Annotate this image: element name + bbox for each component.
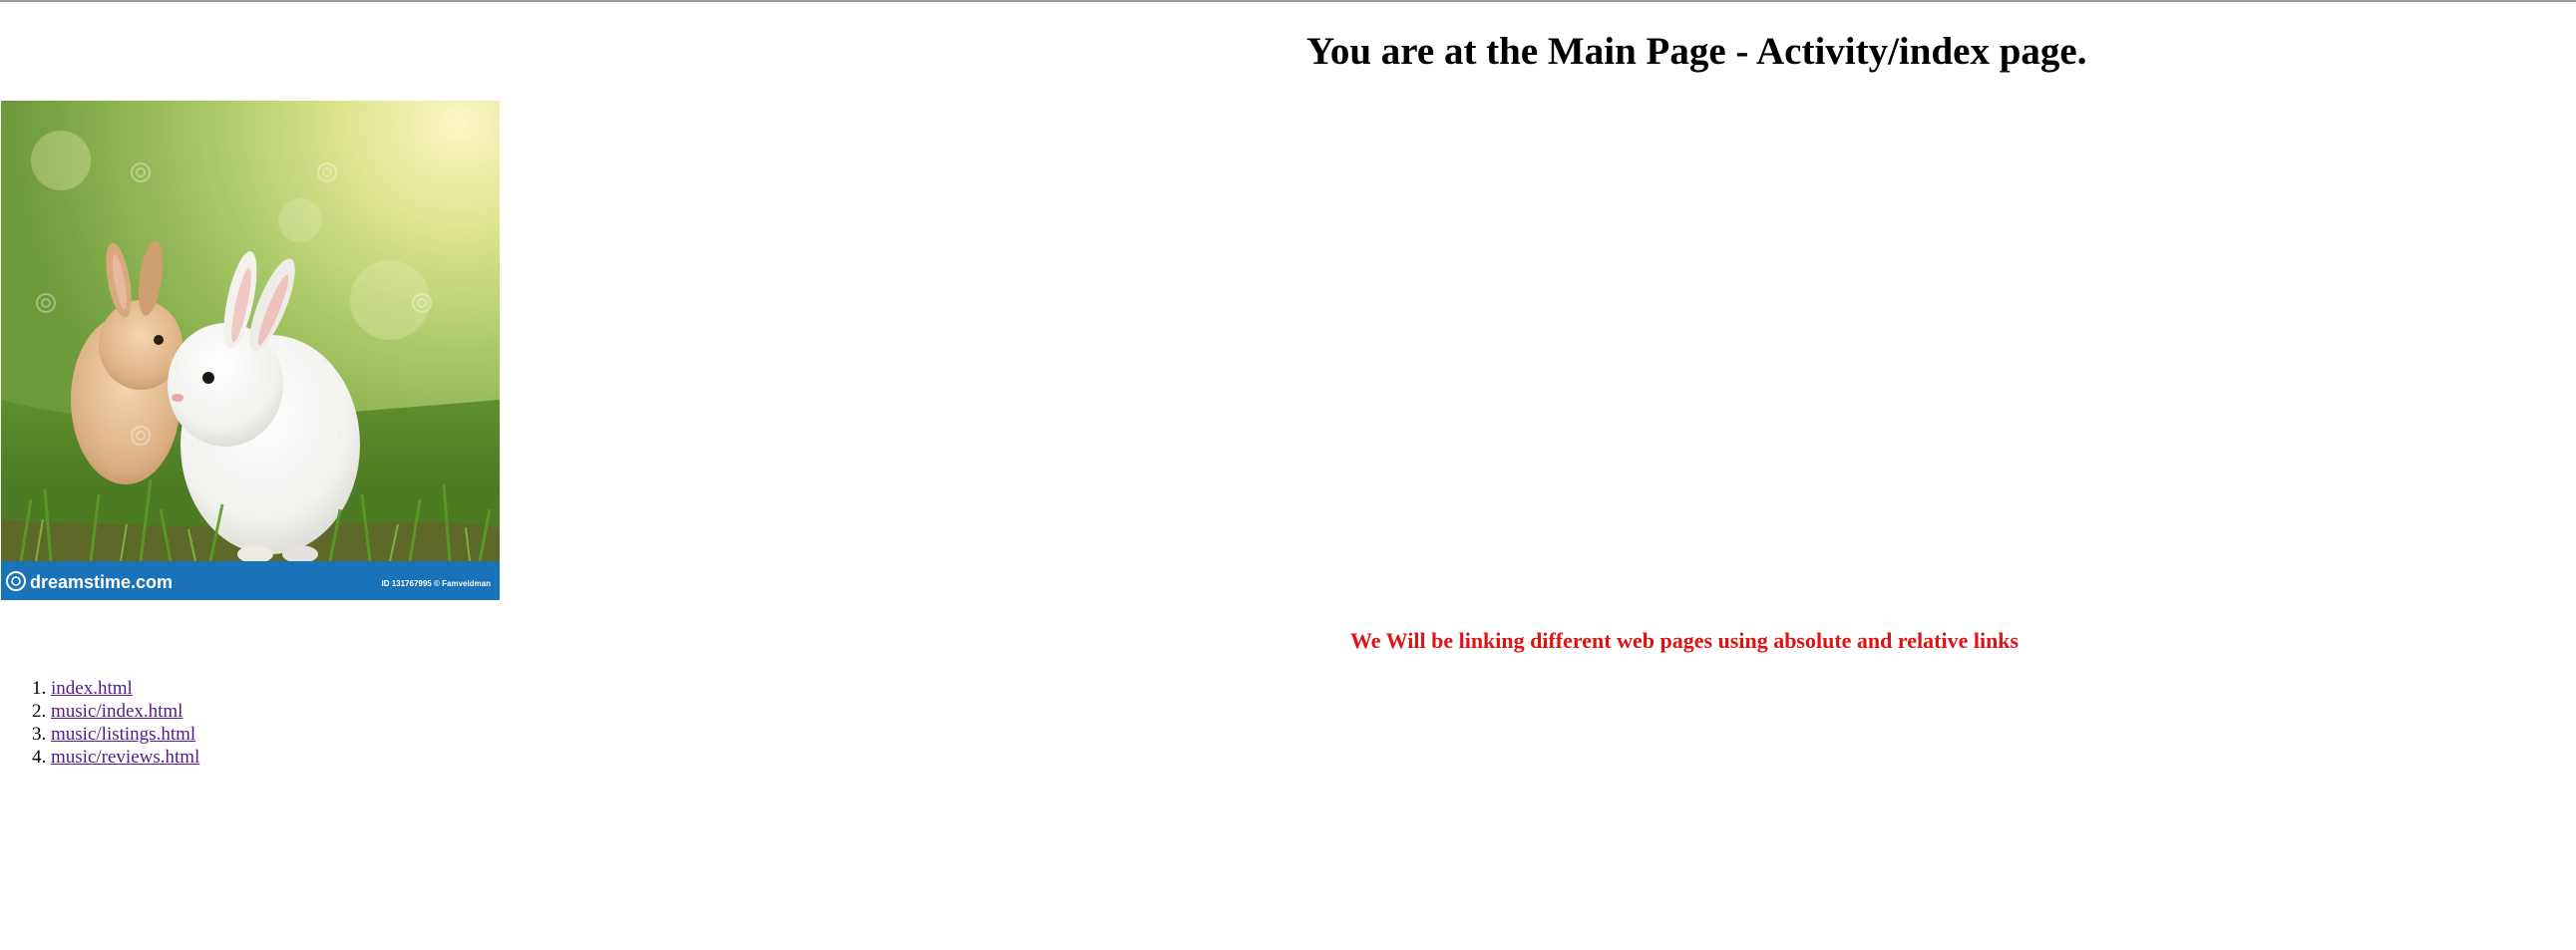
watermark-id: ID 131767995 © Famveldman	[381, 579, 491, 588]
list-item: music/listings.html	[51, 723, 199, 746]
link-index-html[interactable]: index.html	[51, 678, 133, 699]
watermark-brand: dreamstime.com	[30, 572, 173, 592]
rabbits-image: dreamstime.com ID 131767995 © Famveldman	[1, 101, 500, 600]
list-item: music/index.html	[51, 700, 199, 723]
red-subtitle: We Will be linking different web pages u…	[1350, 628, 2020, 653]
list-item: music/reviews.html	[51, 746, 199, 769]
link-music-reviews-html[interactable]: music/reviews.html	[51, 747, 199, 768]
top-border	[0, 0, 2576, 2]
page-title: You are at the Main Page - Activity/inde…	[1306, 30, 2087, 73]
link-music-index-html[interactable]: music/index.html	[51, 701, 183, 722]
list-item: index.html	[51, 677, 199, 700]
link-music-listings-html[interactable]: music/listings.html	[51, 724, 195, 745]
links-list: index.html music/index.html music/listin…	[0, 677, 199, 769]
